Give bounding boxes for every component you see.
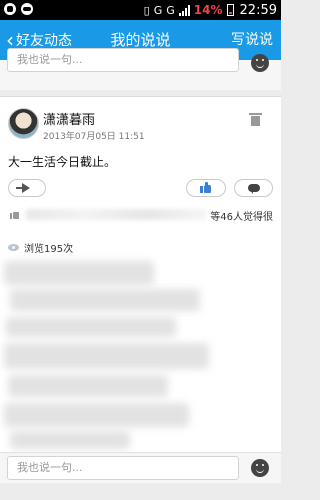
blurred-comments xyxy=(2,259,222,454)
share-icon xyxy=(16,183,30,193)
like-thumb-icon xyxy=(10,210,19,219)
like-thumb-icon xyxy=(200,182,211,193)
avatar[interactable] xyxy=(8,108,39,139)
notification-icon xyxy=(21,3,33,15)
signal-icon xyxy=(178,4,190,16)
comment-bar-bottom: 我也说一句... xyxy=(0,452,281,483)
emoji-icon[interactable] xyxy=(251,459,269,477)
clock: 22:59 xyxy=(239,2,277,18)
eye-icon xyxy=(8,243,19,251)
comment-button[interactable] xyxy=(234,179,273,197)
network-label: G xyxy=(153,3,163,17)
share-button[interactable] xyxy=(8,179,46,197)
notification-icon xyxy=(4,3,16,15)
battery-percent: 14% xyxy=(193,3,223,17)
comment-bar-top: 我也说一句... xyxy=(0,48,281,90)
username[interactable]: 潇潇暮雨 xyxy=(43,109,95,128)
vibrate-icon: ▯ xyxy=(143,3,150,17)
comment-input[interactable]: 我也说一句... xyxy=(7,48,239,72)
post-text: 大一生活今日截止。 xyxy=(8,155,117,169)
likes-summary: 等46人觉得很 xyxy=(210,212,273,223)
blurred-liker-names xyxy=(26,209,206,220)
battery-icon xyxy=(226,4,234,16)
emoji-icon[interactable] xyxy=(251,54,269,72)
comment-bubble-icon xyxy=(248,184,260,194)
network-label: G xyxy=(166,3,175,17)
post-card: 潇潇暮雨 2013年07月05日 11:51 大一生活今日截止。 等46人觉得很… xyxy=(0,96,281,452)
views-row: 浏览195次 xyxy=(8,240,74,255)
trash-icon[interactable] xyxy=(249,113,262,126)
status-bar: ▯ G G 14% 22:59 xyxy=(0,0,281,20)
post-timestamp: 2013年07月05日 11:51 xyxy=(43,132,145,142)
views-count: 浏览195次 xyxy=(24,243,74,255)
like-button[interactable] xyxy=(186,179,226,197)
comment-input[interactable]: 我也说一句... xyxy=(7,456,239,480)
likes-row[interactable]: 等46人觉得很 xyxy=(8,207,273,223)
